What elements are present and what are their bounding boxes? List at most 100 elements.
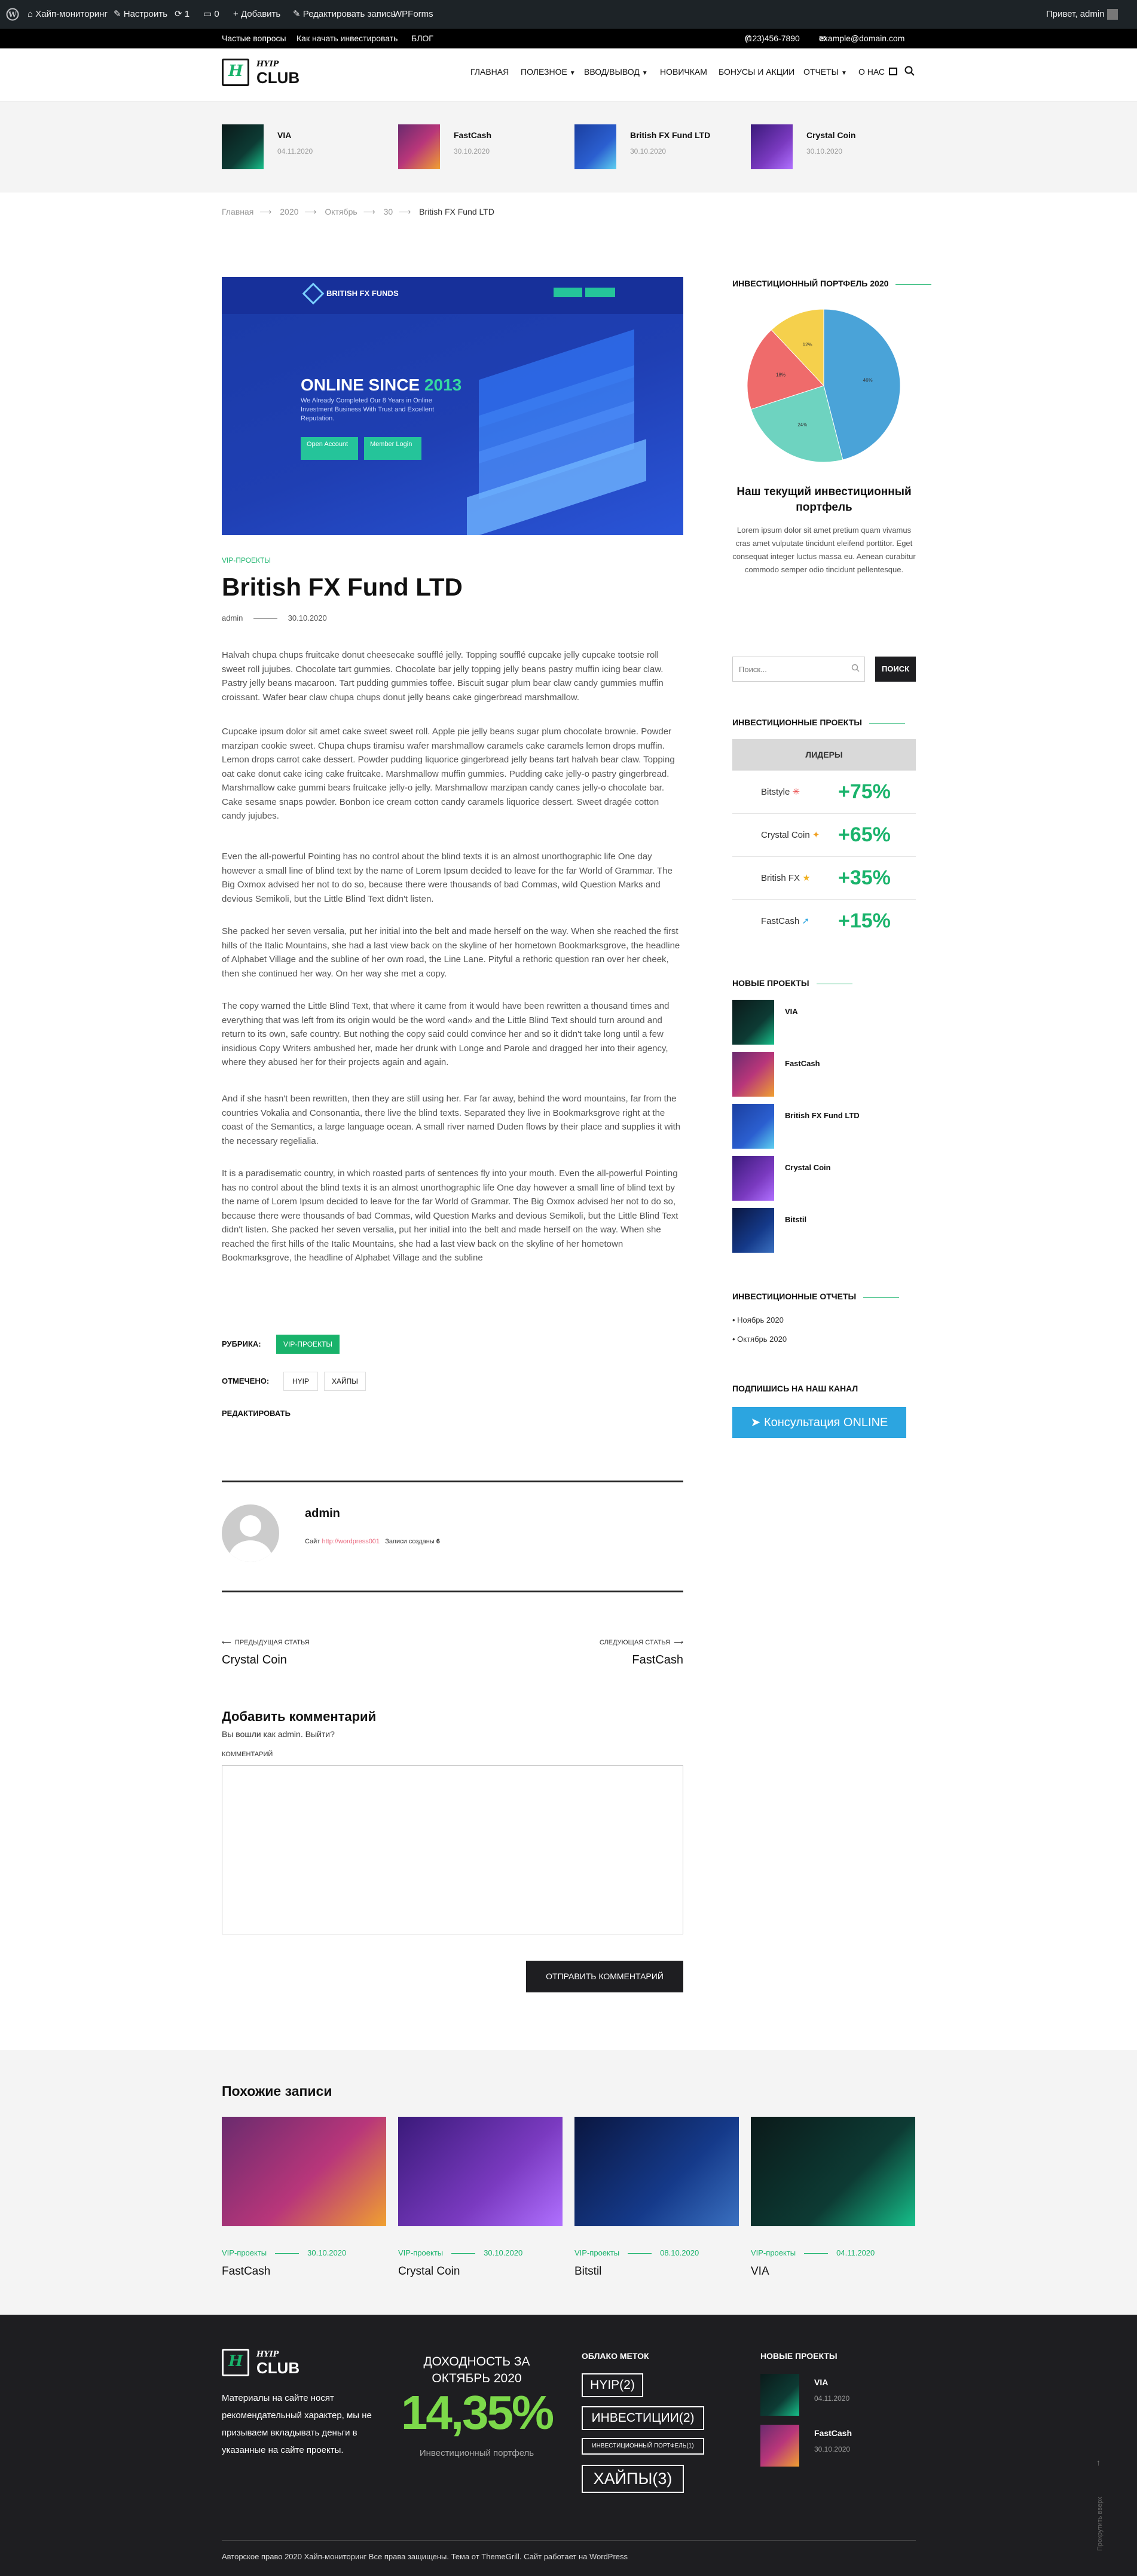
crumb-day[interactable]: 30 [384, 207, 393, 216]
related-category: VIP-проекты [222, 2248, 267, 2257]
logo-script: HYIP [256, 2350, 279, 2359]
post-title: British FX Fund LTD [222, 573, 463, 601]
footer-logo[interactable]: H HYIP CLUB [222, 2349, 299, 2379]
adminbar-updates[interactable]: ⟳ 1 [175, 0, 189, 29]
adminbar-customize[interactable]: ✎ Настроить [114, 0, 167, 29]
footer-new-item[interactable]: FastCash 30.10.2020 [760, 2425, 916, 2467]
strip-date: 04.11.2020 [277, 147, 313, 155]
strip-title: VIA [277, 130, 292, 140]
related-date: 30.10.2020 [484, 2248, 523, 2257]
nav-bonus[interactable]: БОНУСЫ И АКЦИИ [719, 67, 794, 77]
thumbnail [732, 1104, 774, 1149]
news-icon[interactable] [889, 68, 897, 75]
related-item-title: Crystal Coin [398, 2265, 460, 2278]
strip-date: 30.10.2020 [454, 147, 490, 155]
adminbar-customize-label: Настроить [123, 9, 168, 19]
portfolio-text: Lorem ipsum dolor sit amet pretium quam … [732, 526, 916, 574]
sidebar-search-input[interactable] [732, 657, 865, 682]
author-name: admin [305, 1507, 340, 1520]
new-project-title: FastCash [785, 1059, 820, 1068]
hero-sub: We Already Completed Our 8 Years in Onli… [301, 397, 435, 422]
brush-icon: ✎ [114, 9, 124, 19]
leader-row[interactable]: FastCash ➚ +15% [732, 900, 916, 943]
nav-reports[interactable]: ОТЧЕТЫ ▼ [803, 67, 847, 77]
crumb-month[interactable]: Октябрь [325, 207, 357, 216]
hero-big: ONLINE SINCE [301, 376, 420, 394]
thumbnail [732, 1000, 774, 1045]
footer-yield-title: ДОХОДНОСТЬ ЗА ОКТЯБРЬ 2020 [423, 2355, 530, 2385]
footer-tag[interactable]: ХАЙПЫ(3) [582, 2465, 684, 2493]
nav-io[interactable]: ВВОД/ВЫВОД ▼ [584, 67, 648, 77]
leader-row[interactable]: Crystal Coin ✦ +65% [732, 814, 916, 857]
nav-about[interactable]: О НАС [858, 67, 885, 77]
topbar-link-blog[interactable]: БЛОГ [411, 29, 433, 48]
crumb-home[interactable]: Главная [222, 207, 253, 216]
adminbar-new[interactable]: + Добавить [233, 0, 280, 29]
nav-home[interactable]: ГЛАВНАЯ [470, 67, 509, 77]
adminbar-comments[interactable]: ▭ 0 [203, 0, 219, 29]
leader-row[interactable]: British FX ★ +35% [732, 857, 916, 900]
leader-name-text: Crystal Coin [761, 830, 810, 840]
topbar-link-start[interactable]: Как начать инвестировать [297, 29, 398, 48]
related-category: VIP-проекты [398, 2248, 444, 2257]
author-avatar [222, 1504, 279, 1562]
thumbnail [732, 1156, 774, 1201]
author-posts-count[interactable]: 6 [436, 1538, 440, 1545]
arrow-right-icon: ⟶ [363, 207, 375, 216]
post-date[interactable]: 30.10.2020 [288, 614, 327, 622]
author-site-link[interactable]: http://wordpress001 [322, 1538, 380, 1545]
related-image [222, 2117, 386, 2226]
comment-title: Добавить комментарий [222, 1709, 377, 1724]
tag-hyip[interactable]: HYIP [283, 1372, 318, 1391]
telegram-consult-button[interactable]: ➤ Консультация ONLINE [732, 1407, 906, 1438]
logo-letter: H [228, 62, 243, 80]
svg-text:W: W [8, 11, 17, 19]
footer-tag[interactable]: HYIP(2) [582, 2373, 643, 2397]
post-paragraph: Halvah chupa chups fruitcake donut chees… [222, 650, 664, 703]
prev-post-title: Crystal Coin [222, 1653, 287, 1667]
thumbnail [574, 124, 616, 169]
nav-useful[interactable]: ПОЛЕЗНОЕ ▼ [521, 67, 576, 77]
wordpress-icon[interactable]: W [6, 0, 20, 29]
site-logo[interactable]: H HYIP CLUB [222, 59, 299, 88]
comment-textarea[interactable] [222, 1765, 683, 1934]
tag-hyips[interactable]: ХАЙПЫ [324, 1372, 366, 1391]
post-author[interactable]: admin [222, 614, 243, 622]
report-link[interactable]: • Ноябрь 2020 [732, 1316, 784, 1324]
thumbnail [732, 1208, 774, 1253]
comment-label: КОММЕНТАРИЙ [222, 1751, 273, 1758]
post-paragraph: It is a paradisematic country, in which … [222, 1168, 678, 1263]
post-category[interactable]: VIP-ПРОЕКТЫ [222, 556, 271, 564]
logged-in-as[interactable]: Вы вошли как admin. Выйти? [222, 1729, 335, 1739]
related-section [0, 2050, 1137, 2315]
prev-post[interactable]: ⟵ ПРЕДЫДУЩАЯ СТАТЬЯ Crystal Coin [222, 1638, 401, 1674]
thumbnail [760, 2374, 799, 2416]
leader-row[interactable]: Bitstyle ✳ +75% [732, 771, 916, 814]
edit-link[interactable]: РЕДАКТИРОВАТЬ [222, 1409, 291, 1418]
rubric-value[interactable]: VIP-ПРОЕКТЫ [276, 1335, 340, 1354]
author-box-bottom-border [222, 1591, 683, 1592]
sidebar-new-title-text: НОВЫЕ ПРОЕКТЫ [732, 978, 809, 988]
related-meta: VIP-проекты 04.11.2020 [751, 2248, 875, 2257]
footer-tag[interactable]: ИНВЕСТИЦИОННЫЙ ПОРТФЕЛЬ(1) [582, 2438, 704, 2455]
footer-disclaimer: Материалы на сайте носят рекомендательны… [222, 2393, 372, 2455]
adminbar-wpforms[interactable]: WPForms [393, 0, 433, 29]
related-date: 08.10.2020 [660, 2248, 699, 2257]
new-project-title: VIA [785, 1007, 798, 1016]
next-post[interactable]: СЛЕДУЮЩАЯ СТАТЬЯ ⟶ FastCash [504, 1638, 683, 1674]
sidebar-search-button[interactable]: ПОИСК [875, 657, 916, 682]
report-link[interactable]: • Октябрь 2020 [732, 1335, 787, 1344]
footer-tag[interactable]: ИНВЕСТИЦИИ(2) [582, 2406, 704, 2430]
search-icon[interactable] [904, 66, 915, 80]
topbar-link-faq[interactable]: Частые вопросы [222, 29, 286, 48]
scroll-top[interactable]: ↑ Прокрутить вверх [1094, 2458, 1106, 2553]
submit-comment-button[interactable]: ОТПРАВИТЬ КОММЕНТАРИЙ [526, 1961, 683, 1992]
adminbar-edit-post[interactable]: ✎ Редактировать запись [293, 0, 396, 29]
hero-btn [585, 288, 615, 297]
footer-new-item[interactable]: VIA 04.11.2020 [760, 2374, 916, 2416]
adminbar-site[interactable]: ⌂ Хайп-мониторинг [27, 0, 108, 29]
hero-open-btn: Open Account [301, 437, 358, 460]
adminbar-greeting[interactable]: Привет, admin [1046, 0, 1118, 29]
nav-newbies[interactable]: НОВИЧКАМ [660, 67, 707, 77]
crumb-year[interactable]: 2020 [280, 207, 298, 216]
